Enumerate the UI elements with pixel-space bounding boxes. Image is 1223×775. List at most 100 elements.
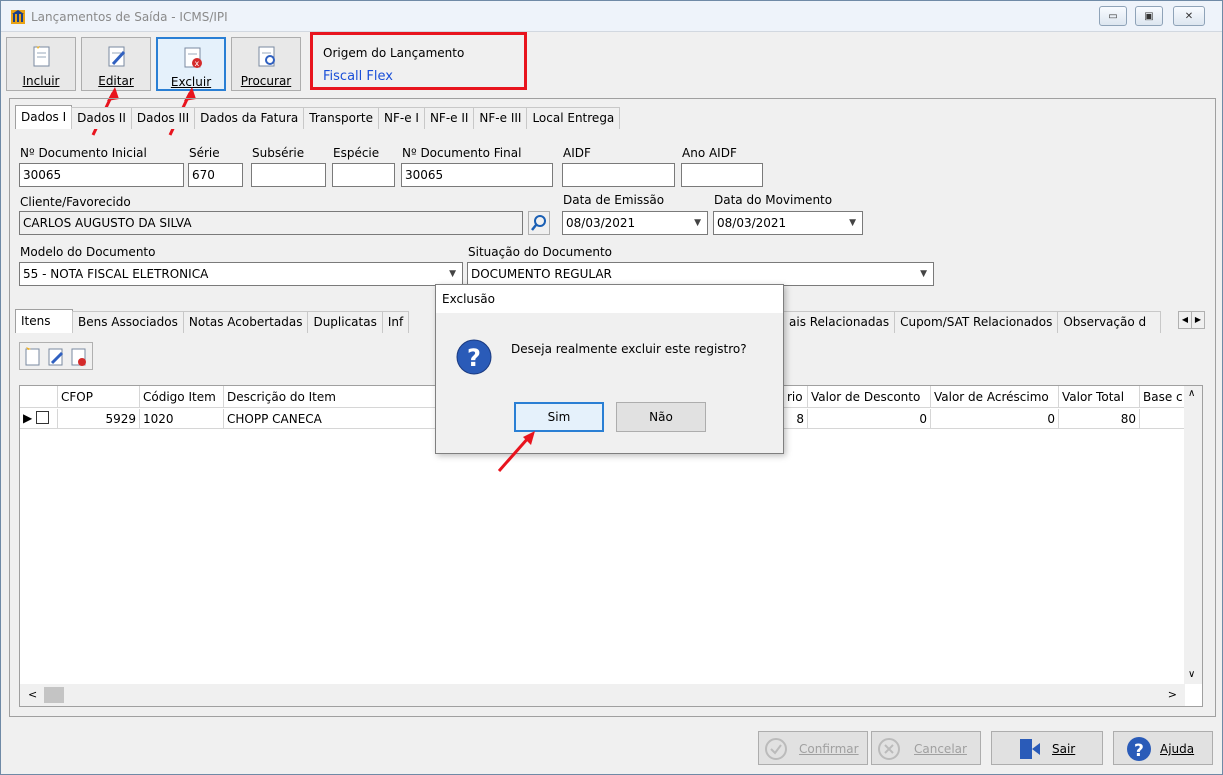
minimize-button[interactable]: ▭ [1099,6,1127,26]
cancel-icon [878,738,900,760]
tab-nfe-ii[interactable]: NF-e II [423,107,475,129]
data-emissao-field[interactable]: 08/03/2021 ▼ [562,211,708,235]
scroll-right-icon[interactable]: > [1168,688,1177,701]
main-window: Lançamentos de Saída - ICMS/IPI ▭ ▣ ✕ In… [0,0,1223,775]
add-item-icon[interactable] [24,347,42,367]
data-emissao-label: Data de Emissão [563,193,665,207]
aidf-field[interactable] [562,163,675,187]
scroll-up-icon[interactable]: ∧ [1188,388,1195,399]
incluir-button[interactable]: Incluir [6,37,76,91]
cell-acrescimo[interactable]: 0 [931,409,1059,429]
tab-scroll-right-icon[interactable]: ▶ [1191,311,1205,329]
scroll-left-icon[interactable]: < [28,688,37,701]
dialog-message: Deseja realmente excluir este registro? [511,342,747,356]
tab-nfe-i[interactable]: NF-e I [377,107,425,129]
close-button[interactable]: ✕ [1173,6,1205,26]
cell-total[interactable]: 80 [1059,409,1140,429]
grid-toolbar [19,342,93,370]
data-movimento-field[interactable]: 08/03/2021 ▼ [713,211,863,235]
tab-inf[interactable]: Inf [381,311,410,333]
especie-field[interactable] [332,163,395,187]
situacao-select[interactable]: DOCUMENTO REGULAR ▼ [467,262,934,286]
tab-cupom-sat[interactable]: Cupom/SAT Relacionados [894,311,1059,333]
svg-text:?: ? [1134,741,1144,761]
num-doc-final-label: Nº Documento Final [402,146,522,160]
chevron-down-icon: ▼ [449,269,456,279]
tab-itens[interactable]: Itens [15,309,73,333]
chevron-down-icon: ▼ [849,218,856,228]
num-doc-inicial-field[interactable]: 30065 [19,163,184,187]
vertical-scrollbar[interactable]: ∧ ∨ [1184,386,1202,684]
ajuda-button[interactable]: ? Ajuda [1113,731,1213,765]
sair-button[interactable]: Sair [991,731,1103,765]
arrow-annotation [497,431,535,472]
svg-text:x: x [195,59,200,68]
tab-dados-ii[interactable]: Dados II [71,107,132,129]
sim-button[interactable]: Sim [514,402,604,432]
modelo-select[interactable]: 55 - NOTA FISCAL ELETRONICA ▼ [19,262,463,286]
grid-header-cfop[interactable]: CFOP [58,386,140,408]
grid-header-base[interactable]: Base c [1140,386,1185,408]
title-bar: Lançamentos de Saída - ICMS/IPI ▭ ▣ ✕ [1,1,1222,32]
check-icon [765,738,787,760]
tab-duplicatas[interactable]: Duplicatas [307,311,383,333]
search-document-icon [258,46,275,67]
grid-header-desconto[interactable]: Valor de Desconto [808,386,931,408]
bottom-tabs-right: ais Relacionadas Cupom/SAT Relacionados … [783,311,1162,333]
scroll-thumb[interactable] [44,687,64,703]
subserie-field[interactable] [251,163,326,187]
confirm-dialog: Exclusão ? Deseja realmente excluir este… [435,284,784,454]
question-icon: ? [456,339,492,375]
origem-box: Origem do Lançamento Fiscall Flex [310,32,527,90]
serie-label: Série [189,146,220,160]
row-indicator[interactable]: ▶ [20,409,58,429]
tab-notas-acobertadas[interactable]: Notas Acobertadas [182,311,309,333]
num-doc-inicial-label: Nº Documento Inicial [20,146,147,160]
grid-header-total[interactable]: Valor Total [1059,386,1140,408]
tab-dados-iii[interactable]: Dados III [130,107,196,129]
tab-dados-fatura[interactable]: Dados da Fatura [194,107,305,129]
tab-local-entrega[interactable]: Local Entrega [526,107,621,129]
nao-button[interactable]: Não [616,402,706,432]
excluir-button[interactable]: x Excluir [156,37,226,91]
cell-unitario[interactable]: 8 [784,409,808,429]
ano-aidf-field[interactable] [681,163,763,187]
edit-document-icon [108,46,126,67]
tab-scroll-left-icon[interactable]: ◀ [1178,311,1192,329]
search-icon [531,215,546,231]
cell-codigo[interactable]: 1020 [140,409,224,429]
delete-document-icon: x [184,47,202,68]
row-checkbox[interactable] [36,411,50,424]
grid-row-header [20,386,58,408]
search-cliente-button[interactable] [528,211,550,235]
tab-fiscais-relacionadas[interactable]: ais Relacionadas [783,311,896,333]
tab-bens-associados[interactable]: Bens Associados [72,311,184,333]
confirmar-button[interactable]: Confirmar [758,731,868,765]
grid-header-unitario[interactable]: rio [784,386,808,408]
scroll-down-icon[interactable]: ∨ [1188,669,1195,680]
cell-base[interactable] [1140,409,1185,429]
num-doc-final-field[interactable]: 30065 [401,163,553,187]
svg-text:?: ? [467,344,481,372]
serie-field[interactable]: 670 [188,163,243,187]
cliente-field[interactable]: CARLOS AUGUSTO DA SILVA [19,211,523,235]
tab-transporte[interactable]: Transporte [303,107,379,129]
exit-icon [1020,739,1040,759]
edit-item-icon[interactable] [47,347,65,367]
tab-observacao[interactable]: Observação d [1057,311,1162,333]
procurar-button[interactable]: Procurar [231,37,301,91]
grid-header-codigo[interactable]: Código Item [140,386,224,408]
chevron-down-icon: ▼ [920,269,927,279]
delete-item-icon[interactable] [70,347,88,367]
grid-header-acrescimo[interactable]: Valor de Acréscimo [931,386,1059,408]
tab-dados-i[interactable]: Dados I [15,105,73,129]
horizontal-scrollbar[interactable]: < > [20,684,1185,706]
cancelar-button[interactable]: Cancelar [871,731,981,765]
cell-cfop[interactable]: 5929 [58,409,140,429]
maximize-button[interactable]: ▣ [1135,6,1163,26]
tab-nfe-iii[interactable]: NF-e III [473,107,528,129]
grid-header-descricao[interactable]: Descrição do Item [224,386,440,408]
cell-desconto[interactable]: 0 [808,409,931,429]
editar-button[interactable]: Editar [81,37,151,91]
cell-descricao[interactable]: CHOPP CANECA [224,409,440,429]
